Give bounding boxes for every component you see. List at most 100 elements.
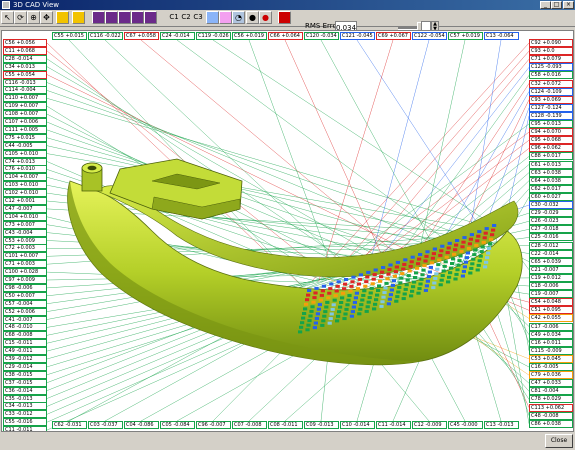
right-label: C19 +0.012 xyxy=(529,273,573,282)
close-window-button[interactable]: × xyxy=(563,1,574,9)
measurement-point xyxy=(447,241,452,245)
bottom-label: C04 -0.086 xyxy=(124,421,159,429)
measurement-point xyxy=(323,310,328,314)
measurement-point xyxy=(388,293,393,297)
measurement-point xyxy=(484,260,489,264)
right-label: C88 +0.017 xyxy=(529,152,573,161)
measurement-point xyxy=(422,264,427,268)
measurement-point xyxy=(432,247,437,251)
view-box-1-icon[interactable] xyxy=(72,11,85,24)
right-label: C19 -0.007 xyxy=(529,290,573,299)
measurement-point xyxy=(376,289,381,292)
3d-viewport[interactable]: C55 +0.015 C116 -0.022 C67 +0.058 C24 -0.01… xyxy=(1,30,574,432)
grid-view-icon[interactable] xyxy=(206,11,219,24)
measurement-point xyxy=(454,243,459,247)
view-box-3-icon[interactable] xyxy=(105,11,118,24)
right-label: C16 -0.005 xyxy=(529,363,573,371)
right-label: C125 -0.093 xyxy=(529,63,573,72)
left-label: C111 +0.005 xyxy=(3,125,47,134)
bottom-label: C13 -0.013 xyxy=(484,421,519,429)
close-button[interactable]: Close xyxy=(545,434,573,448)
camera-c2-button[interactable]: C2 xyxy=(180,11,192,24)
measurement-point xyxy=(336,314,341,318)
measurement-point xyxy=(347,294,352,298)
measurement-point xyxy=(463,260,468,264)
measurement-point xyxy=(374,298,379,302)
right-label: C27 -0.018 xyxy=(529,225,573,234)
measurement-point xyxy=(384,281,389,285)
measurement-point xyxy=(396,290,401,294)
measurement-point xyxy=(412,280,417,284)
rainbow-shading-icon[interactable]: ◔ xyxy=(232,11,245,24)
right-label: C65 +0.039 xyxy=(529,257,573,266)
measurement-point xyxy=(434,272,439,276)
measurement-point xyxy=(465,251,470,255)
measurement-point xyxy=(334,289,339,293)
left-label: C55 +0.054 xyxy=(3,70,47,79)
measurement-point xyxy=(301,316,306,320)
stop-icon[interactable] xyxy=(278,11,291,24)
measurement-point xyxy=(462,236,467,240)
measurement-point xyxy=(326,296,331,300)
camera-c1-button[interactable]: C1 xyxy=(168,11,180,24)
measurement-point xyxy=(481,240,486,244)
measurement-point xyxy=(416,291,421,295)
measurement-point xyxy=(394,265,399,269)
dot-point-icon[interactable]: ● xyxy=(246,11,259,24)
measurement-point xyxy=(319,293,324,297)
measurement-point xyxy=(343,312,348,316)
left-label: C28 -0.014 xyxy=(3,54,47,63)
minimize-button[interactable]: _ xyxy=(540,1,551,9)
measurement-point xyxy=(357,312,362,316)
maximize-button[interactable]: □ xyxy=(551,1,562,9)
measurement-point xyxy=(321,319,326,323)
record-icon[interactable]: ● xyxy=(259,11,272,24)
measurement-point xyxy=(391,279,396,283)
measurement-point xyxy=(387,268,392,272)
measurement-point xyxy=(483,265,488,269)
measurement-point xyxy=(437,258,442,262)
measurement-point xyxy=(433,276,438,280)
measurement-point xyxy=(371,277,376,281)
measurement-point xyxy=(491,228,496,232)
measurement-point xyxy=(344,278,349,281)
arrow-pointer-icon[interactable]: ↖ xyxy=(1,11,14,24)
title-bar: 3D CAD View _ □ × xyxy=(0,0,575,10)
view-box-2-icon[interactable] xyxy=(92,11,105,24)
measurement-point xyxy=(441,269,446,273)
measurement-point xyxy=(405,278,410,282)
measurement-point xyxy=(358,307,363,311)
pan-icon[interactable]: ✥ xyxy=(40,11,53,24)
right-label: C62 +0.017 xyxy=(529,184,573,193)
right-label: C78 +0.029 xyxy=(529,395,573,404)
view-box-5-icon[interactable] xyxy=(131,11,144,24)
measurement-point xyxy=(328,287,333,291)
zoom-icon[interactable]: ⊕ xyxy=(27,11,40,24)
measurement-point xyxy=(308,314,313,318)
left-label: C44 -0.005 xyxy=(3,141,47,150)
part-boss-hole xyxy=(87,165,97,171)
measurement-point xyxy=(394,299,399,303)
left-label: C11 -0.011 xyxy=(3,426,47,431)
camera-c3-button[interactable]: C3 xyxy=(192,11,204,24)
measurement-point xyxy=(470,262,475,266)
view-box-6-icon[interactable] xyxy=(144,11,157,24)
measurement-point xyxy=(423,288,428,292)
measurement-point xyxy=(416,262,421,266)
measurement-point xyxy=(349,284,354,288)
open-folder-icon[interactable] xyxy=(56,11,69,24)
right-label: C93 +0.0 xyxy=(529,47,573,56)
view-box-4-icon[interactable] xyxy=(118,11,131,24)
left-label: C35 -0.013 xyxy=(3,394,47,403)
measurement-point xyxy=(379,304,384,308)
rotate-icon[interactable]: ⟳ xyxy=(14,11,27,24)
measurement-point xyxy=(377,284,382,288)
measurement-point xyxy=(464,256,469,260)
measurement-point xyxy=(386,272,391,276)
measurement-point xyxy=(322,314,327,318)
measurement-point xyxy=(336,280,341,284)
measurement-point xyxy=(306,293,311,297)
right-label: C28 -0.012 xyxy=(529,241,573,250)
left-label: C75 +0.015 xyxy=(3,133,47,142)
wireframe-icon[interactable] xyxy=(219,11,232,24)
